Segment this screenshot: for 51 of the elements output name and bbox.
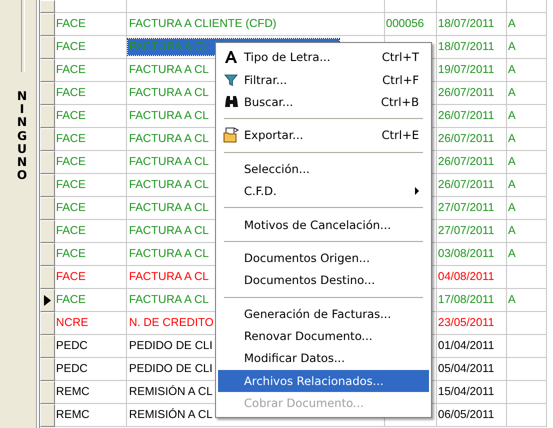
table-cell: A — [507, 151, 547, 174]
table-cell: 23/05/2011 — [437, 312, 507, 335]
table-cell: PEDC — [55, 335, 127, 358]
table-cell: REMC — [55, 404, 127, 427]
table-cell: FACE — [55, 174, 127, 197]
table-cell: REMC — [55, 381, 127, 404]
table-cell: FACE — [55, 220, 127, 243]
table-cell: FACE — [55, 59, 127, 82]
table-cell: A — [507, 36, 547, 59]
table-cell: 000056 — [385, 13, 437, 36]
table-cell: 03/08/2011 — [437, 243, 507, 266]
table-cell: A — [507, 243, 547, 266]
table-cell: NCRE — [55, 312, 127, 335]
table-cell: 19/07/2011 — [437, 59, 507, 82]
table-cell: A — [507, 59, 547, 82]
table-cell: 06/05/2011 — [437, 404, 507, 427]
table-cell: FACE — [55, 243, 127, 266]
table-cell: A — [507, 174, 547, 197]
table-cell: 05/04/2011 — [437, 358, 507, 381]
table-cell: A — [507, 13, 547, 36]
table-cell: FACTURA A CLIENTE (CFD) — [127, 13, 385, 36]
table-cell: FACE — [55, 82, 127, 105]
table-cell: 26/07/2011 — [437, 105, 507, 128]
table-cell: A — [507, 128, 547, 151]
table-cell: FACE — [55, 266, 127, 289]
table-cell: 27/07/2011 — [437, 197, 507, 220]
table-cell: A — [507, 197, 547, 220]
table-cell: 26/07/2011 — [437, 128, 507, 151]
table-cell: FACE — [55, 36, 127, 59]
table-cell: PEDC — [55, 358, 127, 381]
table-cell: 01/04/2011 — [437, 335, 507, 358]
table-cell: A — [507, 289, 547, 312]
table-cell: 04/08/2011 — [437, 266, 507, 289]
table-cell: 18/07/2011 — [437, 13, 507, 36]
table-cell: 26/07/2011 — [437, 174, 507, 197]
table-cell: A — [507, 220, 547, 243]
table-cell: 26/07/2011 — [437, 151, 507, 174]
table-cell: FACE — [55, 151, 127, 174]
side-panel-label: NINGUNO — [16, 90, 28, 182]
table-cell: FACE — [55, 289, 127, 312]
table-cell: A — [507, 105, 547, 128]
table-cell: FACE — [55, 13, 127, 36]
table-cell: FACE — [55, 197, 127, 220]
table-cell: 15/04/2011 — [437, 381, 507, 404]
table-cell: A — [507, 82, 547, 105]
table-cell: 18/07/2011 — [437, 36, 507, 59]
table-cell: FACE — [55, 128, 127, 151]
table-cell: 17/08/2011 — [437, 289, 507, 312]
table-cell: FACE — [55, 105, 127, 128]
table-cell: 27/07/2011 — [437, 220, 507, 243]
table-cell: 26/07/2011 — [437, 82, 507, 105]
